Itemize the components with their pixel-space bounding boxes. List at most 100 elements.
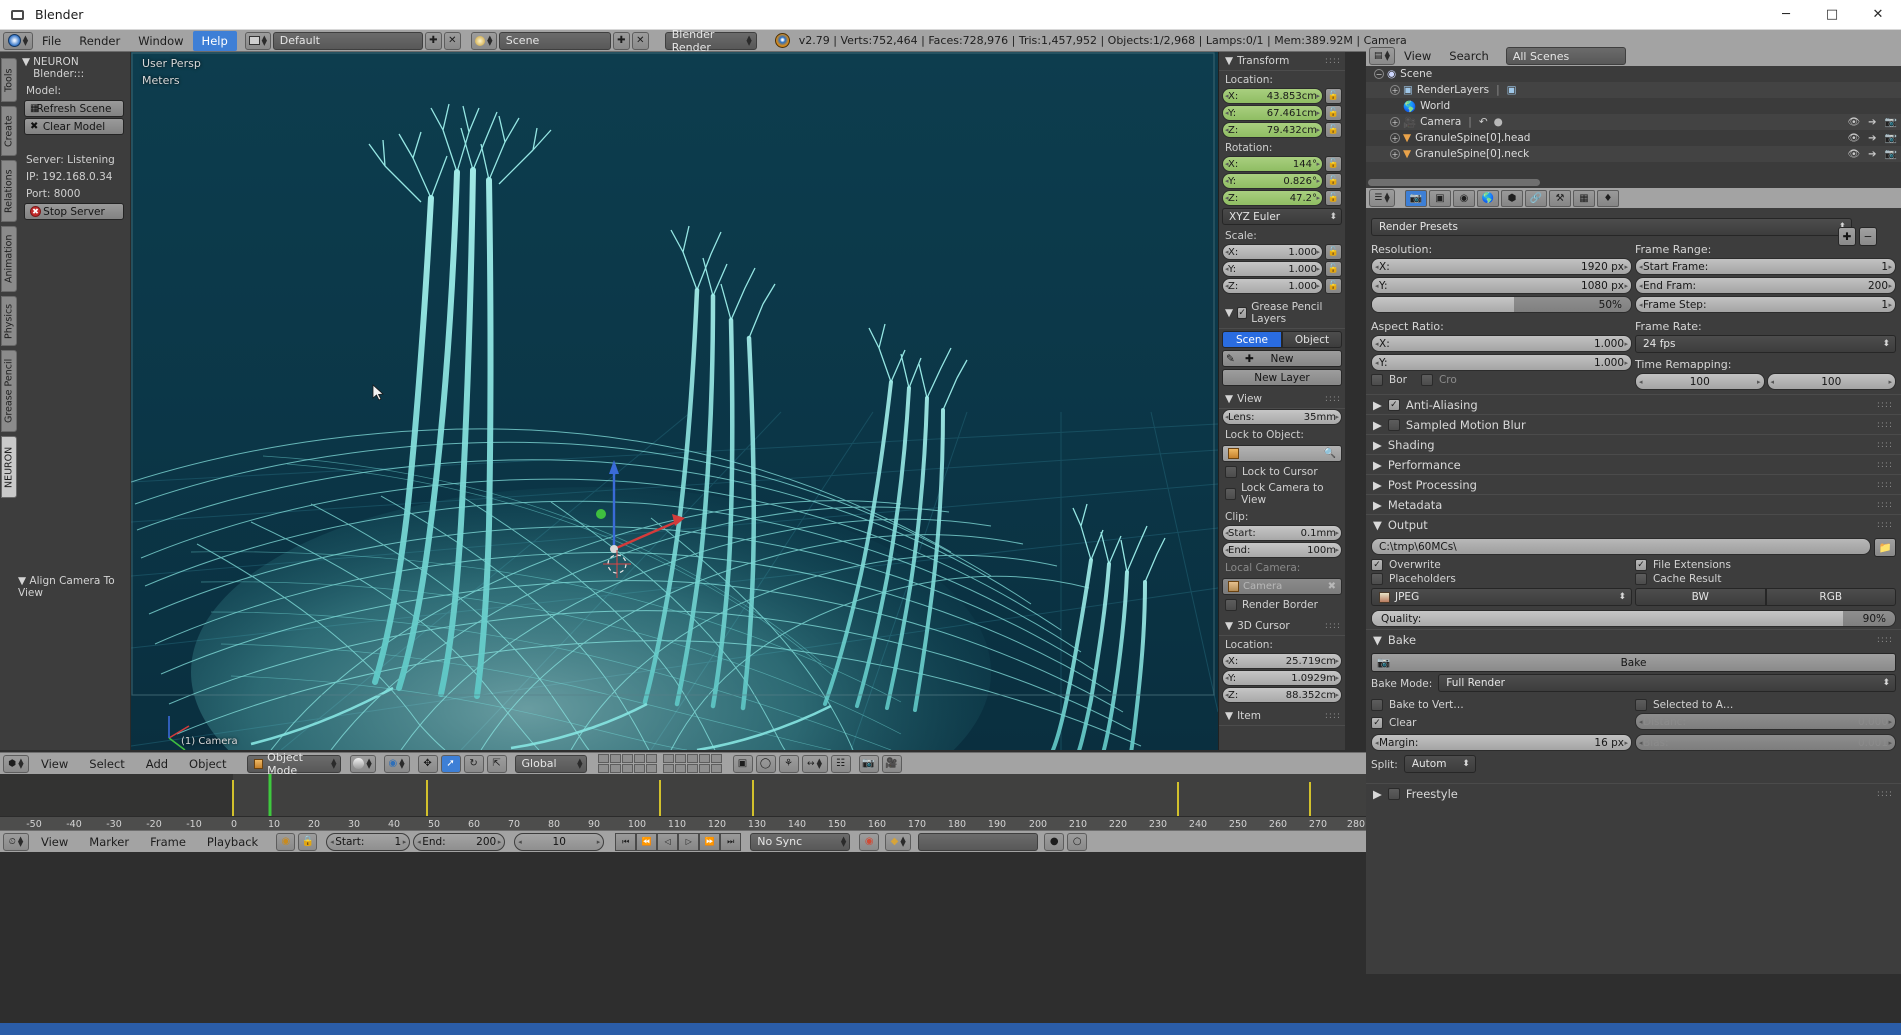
render-opengl-anim-icon[interactable]: 🎥 bbox=[881, 754, 902, 773]
rotation-y-field[interactable]: Y: 0.826° bbox=[1222, 173, 1323, 189]
split-select[interactable]: Autom bbox=[1403, 755, 1476, 773]
viewport-shading-icon[interactable]: ▲ ▼ bbox=[349, 754, 376, 773]
timeline-menu-playback[interactable]: Playback bbox=[198, 832, 267, 852]
file-extensions-row[interactable]: ✓ File Extensions bbox=[1635, 559, 1896, 571]
outliner-row-camera[interactable]: + 🎥 Camera | ↶ ● 👁 ➔ 📷 bbox=[1366, 114, 1901, 130]
bake-to-vertex-row[interactable]: Bake to Vert… bbox=[1371, 699, 1632, 711]
play-reverse-button[interactable]: ◁ bbox=[657, 832, 679, 851]
local-camera-field[interactable]: Camera ✖ bbox=[1222, 578, 1342, 595]
interaction-mode-select[interactable]: Object Mode ▲ ▼ bbox=[246, 751, 341, 777]
renderlayers-icon[interactable]: ▣ bbox=[1507, 84, 1517, 96]
bake-margin-field[interactable]: Margin: 16 px bbox=[1371, 734, 1632, 751]
stop-server-button[interactable]: ✖ Stop Server bbox=[24, 203, 124, 220]
proportional-edit-icon[interactable]: ◯ bbox=[755, 754, 776, 773]
panel-bake[interactable]: ▼ Bake :::: bbox=[1366, 629, 1901, 649]
padlock-icon[interactable]: 🔓 bbox=[1325, 173, 1342, 189]
viewport-menu-object[interactable]: Object bbox=[180, 754, 235, 774]
bake-distance-field[interactable]: Distanc: 0.000 bbox=[1635, 713, 1896, 730]
jump-to-start-button[interactable]: ⏮ bbox=[615, 832, 637, 851]
crop-checkbox[interactable] bbox=[1420, 374, 1433, 386]
play-button[interactable]: ▷ bbox=[678, 832, 700, 851]
lock-to-cursor-row[interactable]: Lock to Cursor bbox=[1219, 464, 1345, 480]
sync-mode-select[interactable]: No Sync ▲ ▼ bbox=[750, 832, 851, 851]
collapse-icon[interactable]: − bbox=[1374, 69, 1384, 79]
constraints-tab[interactable]: 🔗 bbox=[1525, 189, 1547, 207]
padlock-icon[interactable]: 🔓 bbox=[1325, 105, 1342, 121]
delete-keyframe-icon[interactable]: ○ bbox=[1067, 832, 1088, 851]
cursor-z-field[interactable]: Z: 88.352cm bbox=[1222, 687, 1342, 703]
padlock-icon[interactable]: 🔓 bbox=[1325, 122, 1342, 138]
tab-animation[interactable]: Animation bbox=[1, 226, 17, 292]
bake-button[interactable]: 📷 Bake bbox=[1371, 653, 1896, 672]
texture-tab[interactable]: ♦ bbox=[1597, 189, 1619, 207]
keying-set-icon[interactable]: ◆ ▲ ▼ bbox=[885, 832, 912, 851]
outliner-row-granulespine-neck[interactable]: + ▼ GranuleSpine[0].neck 👁 ➔ 📷 bbox=[1366, 146, 1901, 162]
panel-sampled-motion-blur[interactable]: ▶ Sampled Motion Blur :::: bbox=[1366, 414, 1901, 434]
end-frame-field[interactable]: End Fram: 200 bbox=[1635, 277, 1896, 294]
material-tab[interactable]: ▦ bbox=[1573, 189, 1595, 207]
transform-panel-header[interactable]: ▼ Transform :::: bbox=[1219, 52, 1345, 71]
tab-physics[interactable]: Physics bbox=[1, 296, 17, 346]
lock-object-modes-icon[interactable]: ▣ bbox=[732, 754, 753, 773]
render-tab[interactable]: 📷 bbox=[1405, 189, 1427, 207]
placeholders-checkbox[interactable] bbox=[1371, 573, 1383, 585]
animation-icon[interactable]: ↶ bbox=[1479, 116, 1488, 128]
align-camera-to-view-panel[interactable]: ▼ Align Camera To View bbox=[18, 575, 131, 599]
rotate-manipulator-icon[interactable]: ↻ bbox=[463, 754, 484, 773]
screen-layout-icon[interactable]: ▲ ▼ bbox=[244, 31, 271, 50]
panel-shading[interactable]: ▶ Shading :::: bbox=[1366, 434, 1901, 454]
scale-y-field[interactable]: Y: 1.000 bbox=[1222, 261, 1323, 277]
resolution-y-field[interactable]: Y: 1080 px bbox=[1371, 277, 1632, 294]
panel-metadata[interactable]: ▶ Metadata :::: bbox=[1366, 494, 1901, 514]
start-frame-field[interactable]: Start:1 bbox=[326, 832, 411, 851]
eye-icon[interactable]: 👁 bbox=[1847, 133, 1860, 144]
viewport-menu-add[interactable]: Add bbox=[137, 754, 177, 774]
render-engine-select[interactable]: Blender Render ▲ ▼ bbox=[664, 28, 757, 54]
scale-z-field[interactable]: Z: 1.000 bbox=[1222, 278, 1323, 294]
gp-new-layer-button[interactable]: New Layer bbox=[1222, 369, 1342, 386]
render-border-checkbox[interactable] bbox=[1225, 599, 1237, 611]
tab-create[interactable]: Create bbox=[1, 106, 17, 156]
lock-to-cursor-checkbox[interactable] bbox=[1225, 466, 1237, 478]
aspect-x-field[interactable]: X: 1.000 bbox=[1371, 335, 1632, 352]
panel-performance[interactable]: ▶ Performance :::: bbox=[1366, 454, 1901, 474]
manipulator-toggle-icon[interactable]: ✥ bbox=[417, 754, 438, 773]
grease-pencil-panel-header[interactable]: ▼ ✓ Grease Pencil Layers bbox=[1219, 298, 1345, 329]
3d-viewport[interactable]: User Persp Meters (1) Camera bbox=[131, 52, 1218, 750]
jump-to-end-button[interactable]: ⏭ bbox=[720, 832, 742, 851]
jump-next-keyframe-button[interactable]: ⏩ bbox=[699, 832, 721, 851]
bake-bias-field[interactable]: Bias: 0.001 bbox=[1635, 734, 1896, 751]
resolution-x-field[interactable]: X: 1920 px bbox=[1371, 258, 1632, 275]
close-button[interactable]: ✕ bbox=[1855, 0, 1901, 30]
object-tab[interactable]: ⬢ bbox=[1501, 189, 1523, 207]
world-tab[interactable]: 🌎 bbox=[1477, 189, 1499, 207]
color-mode-rgb[interactable]: RGB bbox=[1765, 588, 1896, 606]
selected-to-active-row[interactable]: Selected to A… bbox=[1635, 699, 1896, 711]
panel-anti-aliasing[interactable]: ▶ ✓ Anti-Aliasing :::: bbox=[1366, 394, 1901, 414]
placeholders-row[interactable]: Placeholders bbox=[1371, 573, 1632, 585]
rotation-x-field[interactable]: X: 144° bbox=[1222, 156, 1323, 172]
snap-align-icon[interactable]: ☷ bbox=[830, 754, 851, 773]
rotation-z-field[interactable]: Z: 47.2° bbox=[1222, 190, 1323, 206]
color-mode-bw[interactable]: BW bbox=[1635, 588, 1766, 606]
output-format-select[interactable]: JPEG bbox=[1371, 588, 1632, 606]
clip-end-field[interactable]: End: 100m bbox=[1222, 542, 1342, 558]
motion-blur-checkbox[interactable] bbox=[1387, 418, 1400, 431]
outliner-row-world[interactable]: 🌎 World bbox=[1366, 98, 1901, 114]
lens-field[interactable]: Lens: 35mm bbox=[1222, 409, 1342, 425]
outliner-menu-view[interactable]: View bbox=[1395, 46, 1440, 66]
time-remap-new-field[interactable]: 100 bbox=[1766, 373, 1896, 390]
menu-file[interactable]: File bbox=[33, 31, 70, 51]
auto-keyframe-icon[interactable]: ◉ bbox=[276, 832, 296, 851]
insert-keyframe-icon[interactable]: ● bbox=[1044, 832, 1065, 851]
start-frame-field[interactable]: Start Frame: 1 bbox=[1635, 258, 1896, 275]
timeline-editor-type-icon[interactable]: ⏲ ▲ ▼ bbox=[3, 832, 29, 851]
quality-slider[interactable]: Quality: 90% bbox=[1371, 610, 1896, 627]
panel-post-processing[interactable]: ▶ Post Processing :::: bbox=[1366, 474, 1901, 494]
aspect-y-field[interactable]: Y: 1.000 bbox=[1371, 354, 1632, 371]
lock-camera-to-view-row[interactable]: Lock Camera to View bbox=[1219, 480, 1345, 508]
gp-new-button[interactable]: ✎ ✚ New bbox=[1222, 350, 1342, 367]
render-camera-icon[interactable]: 📷 bbox=[1885, 149, 1897, 160]
resolution-percentage-slider[interactable]: 50% bbox=[1371, 296, 1632, 313]
timeline-menu-marker[interactable]: Marker bbox=[80, 832, 138, 852]
